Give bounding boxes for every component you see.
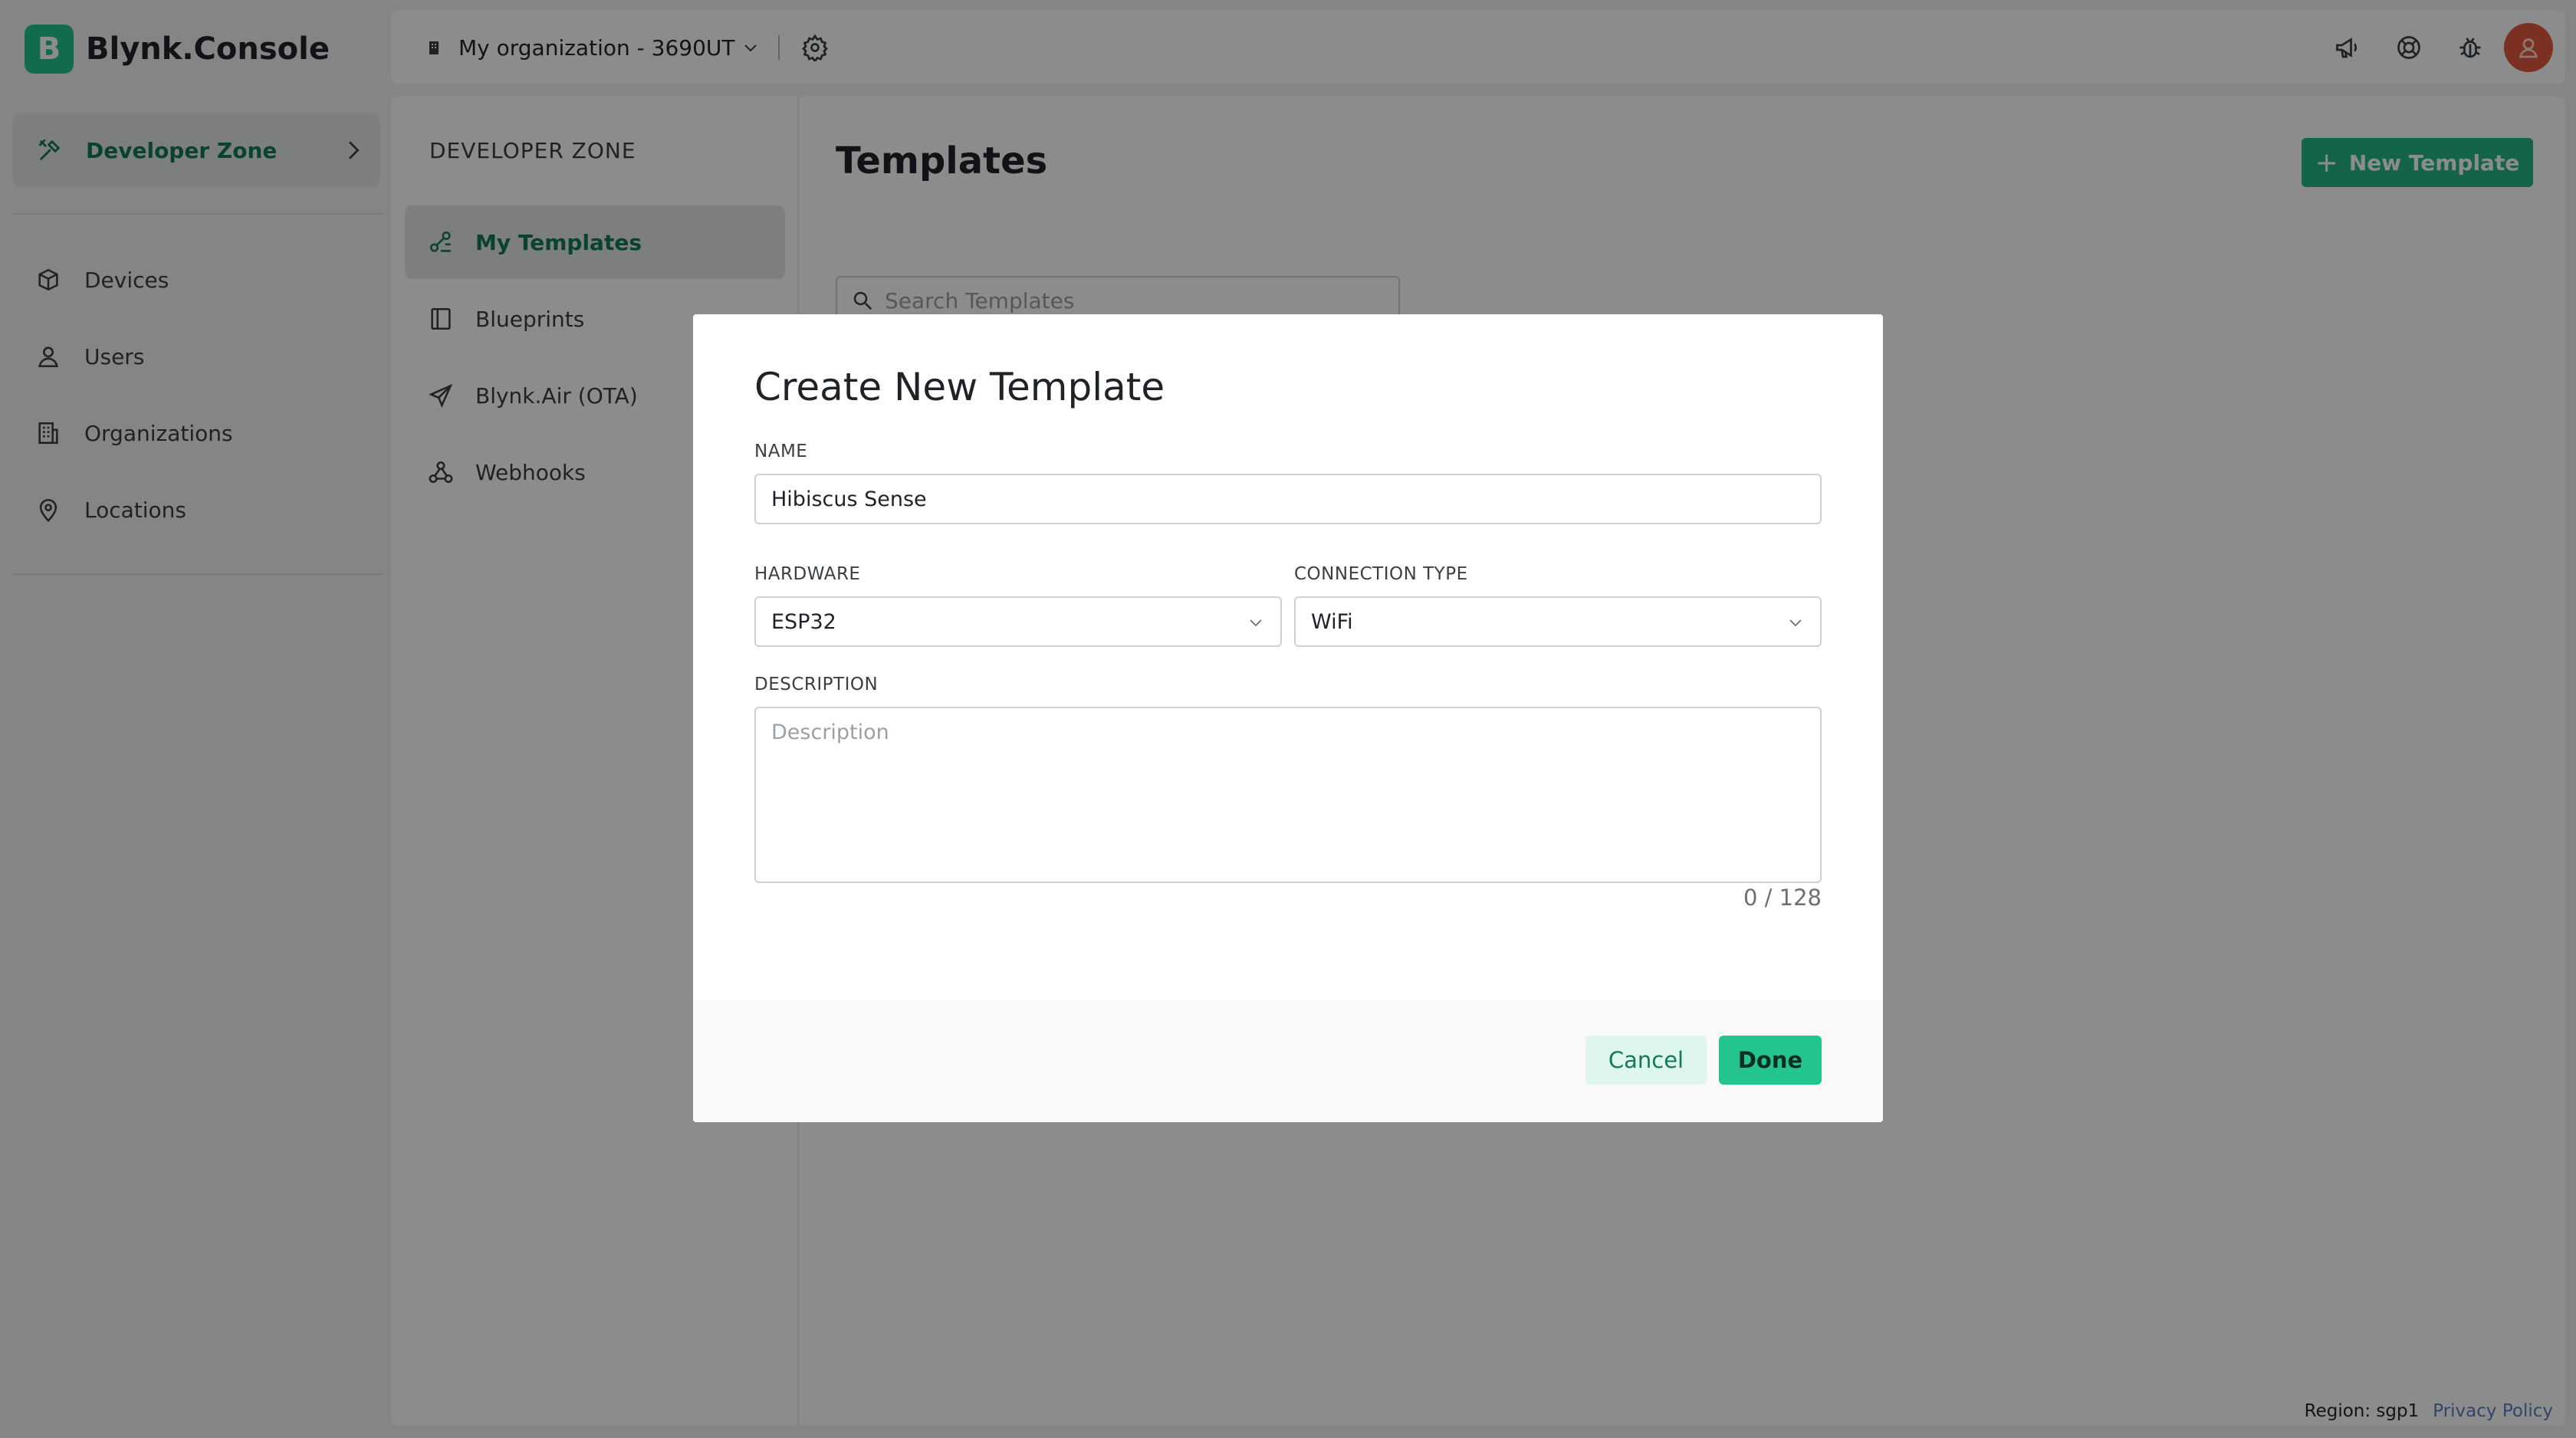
connection-type-label: CONNECTION TYPE <box>1294 564 1468 584</box>
name-label: NAME <box>754 442 808 461</box>
create-template-dialog: Create New Template NAME Hibiscus Sense … <box>693 314 1883 1122</box>
hardware-label: HARDWARE <box>754 564 861 584</box>
hardware-value: ESP32 <box>771 609 836 634</box>
name-field[interactable]: Hibiscus Sense <box>754 474 1822 524</box>
connection-type-select[interactable]: WiFi <box>1294 596 1822 647</box>
dialog-footer: Cancel Done <box>693 1000 1883 1122</box>
dialog-title: Create New Template <box>754 365 1165 409</box>
done-button[interactable]: Done <box>1719 1036 1822 1085</box>
cancel-button[interactable]: Cancel <box>1585 1036 1707 1085</box>
description-label: DESCRIPTION <box>754 675 879 694</box>
description-field[interactable]: Description <box>754 707 1822 883</box>
hardware-select[interactable]: ESP32 <box>754 596 1282 647</box>
chevron-down-icon <box>1247 613 1265 637</box>
connection-type-value: WiFi <box>1311 609 1353 634</box>
chevron-down-icon <box>1786 613 1805 637</box>
character-counter: 0 / 128 <box>1743 885 1822 911</box>
